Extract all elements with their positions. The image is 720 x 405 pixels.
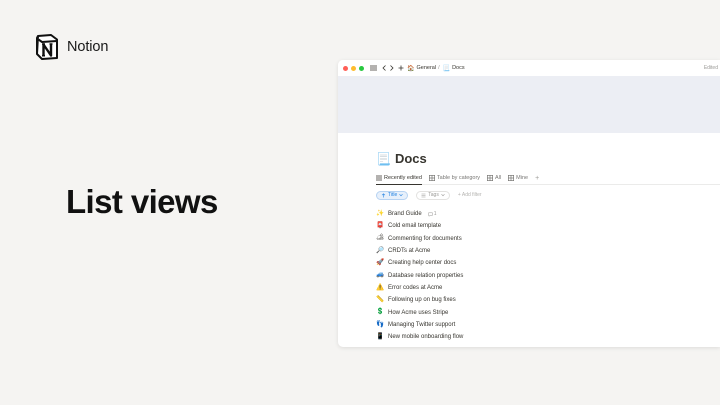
list-item[interactable]: ✨ Brand Guide 1 bbox=[376, 208, 720, 220]
forward-icon[interactable] bbox=[390, 63, 394, 73]
table-icon bbox=[508, 175, 515, 181]
breadcrumb-separator: / bbox=[438, 65, 440, 71]
minimize-window-button[interactable] bbox=[351, 65, 356, 71]
notion-logo-icon bbox=[36, 34, 58, 60]
tab-label: Table by category bbox=[436, 175, 481, 181]
list-item[interactable]: 🚙 Database relation properties bbox=[376, 269, 720, 281]
table-icon bbox=[428, 175, 435, 181]
filter-label: Tags bbox=[428, 192, 439, 198]
view-tabs: Recently edited Table by category All Mi… bbox=[376, 172, 720, 185]
item-title: Following up on bug fixes bbox=[388, 297, 456, 304]
breadcrumb-general[interactable]: 🏠 General bbox=[407, 65, 436, 72]
list-item[interactable]: 🔎 CRDTs at Acme bbox=[376, 245, 720, 257]
item-icon: 🚀 bbox=[376, 259, 385, 267]
comment-icon bbox=[427, 212, 433, 217]
list-item[interactable]: 🏕 Commenting for documents bbox=[376, 233, 720, 245]
item-title: Managing Twitter support bbox=[388, 321, 456, 328]
tab-label: Mine bbox=[516, 175, 529, 181]
tab-mine[interactable]: Mine bbox=[508, 172, 528, 184]
item-title: Error codes at Acme bbox=[388, 284, 443, 291]
item-icon: 🔎 bbox=[376, 246, 385, 254]
tab-label: All bbox=[495, 175, 502, 181]
breadcrumb-label: Docs bbox=[452, 65, 465, 71]
comment-count[interactable]: 1 bbox=[427, 211, 437, 218]
page-cover[interactable] bbox=[338, 76, 720, 133]
comment-count-value: 1 bbox=[433, 211, 437, 218]
doc-list: ✨ Brand Guide 1 📮 Cold email template 🏕 … bbox=[376, 208, 720, 343]
close-window-button[interactable] bbox=[343, 65, 348, 71]
list-item[interactable]: ⚠️ Error codes at Acme bbox=[376, 282, 720, 294]
edited-label: Edited bbox=[703, 65, 718, 71]
breadcrumb-docs[interactable]: 📃 Docs bbox=[443, 65, 465, 72]
list-icon bbox=[376, 175, 382, 181]
brand: Notion bbox=[34, 33, 108, 61]
item-icon: 🚙 bbox=[376, 271, 385, 279]
item-title: New mobile onboarding flow bbox=[388, 334, 464, 341]
tab-label: Recently edited bbox=[384, 175, 422, 181]
page-title-text[interactable]: Docs bbox=[395, 151, 427, 166]
item-icon: ✨ bbox=[376, 209, 385, 217]
new-page-icon[interactable] bbox=[398, 63, 404, 73]
filter-tags-chip[interactable]: Tags bbox=[416, 190, 450, 200]
notion-window: 🏠 General / 📃 Docs Edited 📃 Docs Recentl… bbox=[338, 60, 720, 347]
item-title: How Acme uses Stripe bbox=[388, 309, 449, 316]
tab-table-by-category[interactable]: Table by category bbox=[428, 172, 481, 184]
item-title: Database relation properties bbox=[388, 272, 464, 279]
item-title: Brand Guide bbox=[388, 211, 422, 218]
titlebar: 🏠 General / 📃 Docs Edited bbox=[338, 60, 720, 76]
item-title: Commenting for documents bbox=[388, 235, 462, 242]
arrow-up-icon bbox=[381, 192, 386, 197]
item-icon: 📏 bbox=[376, 295, 385, 303]
list-item[interactable]: 👣 Managing Twitter support bbox=[376, 319, 720, 331]
page-icon: 📃 bbox=[442, 65, 451, 72]
list-icon bbox=[421, 193, 426, 197]
list-item[interactable]: 💲 How Acme uses Stripe bbox=[376, 306, 720, 318]
add-filter-button[interactable]: + Add filter bbox=[458, 192, 482, 198]
brand-name: Notion bbox=[67, 39, 109, 55]
list-item[interactable]: 📱 New mobile onboarding flow bbox=[376, 331, 720, 343]
item-icon: ⚠️ bbox=[376, 283, 385, 291]
item-icon: 📱 bbox=[376, 332, 385, 340]
back-icon[interactable] bbox=[382, 63, 386, 73]
item-icon: 🏕 bbox=[376, 234, 385, 242]
tab-all[interactable]: All bbox=[487, 172, 501, 184]
add-view-button[interactable]: + bbox=[535, 175, 539, 182]
home-icon: 🏠 bbox=[407, 65, 415, 72]
item-title: CRDTs at Acme bbox=[388, 248, 431, 255]
item-title: Cold email template bbox=[388, 223, 442, 230]
tab-recently-edited[interactable]: Recently edited bbox=[376, 172, 422, 185]
list-item[interactable]: 🚀 Creating help center docs bbox=[376, 257, 720, 269]
item-icon: 👣 bbox=[376, 320, 385, 328]
zoom-window-button[interactable] bbox=[359, 65, 364, 71]
list-item[interactable]: 📮 Cold email template bbox=[376, 220, 720, 232]
breadcrumb-label: General bbox=[416, 65, 437, 71]
list-item[interactable]: 📏 Following up on bug fixes bbox=[376, 294, 720, 306]
filter-label: Title bbox=[388, 192, 398, 198]
item-title: Creating help center docs bbox=[388, 260, 457, 267]
table-icon bbox=[487, 175, 494, 181]
item-icon: 📮 bbox=[376, 222, 385, 230]
item-icon: 💲 bbox=[376, 308, 385, 316]
chevron-down-icon bbox=[441, 193, 445, 197]
page-body: 📃 Docs Recently edited Table by category… bbox=[338, 151, 720, 343]
filter-title-chip[interactable]: Title bbox=[376, 190, 409, 200]
chevron-down-icon bbox=[399, 193, 403, 197]
filter-bar: Title Tags + Add filter bbox=[376, 190, 720, 200]
headline: List views bbox=[66, 183, 218, 220]
page-title: 📃 Docs bbox=[376, 151, 720, 166]
sidebar-toggle-icon[interactable] bbox=[370, 63, 377, 73]
page-title-icon[interactable]: 📃 bbox=[376, 153, 391, 165]
